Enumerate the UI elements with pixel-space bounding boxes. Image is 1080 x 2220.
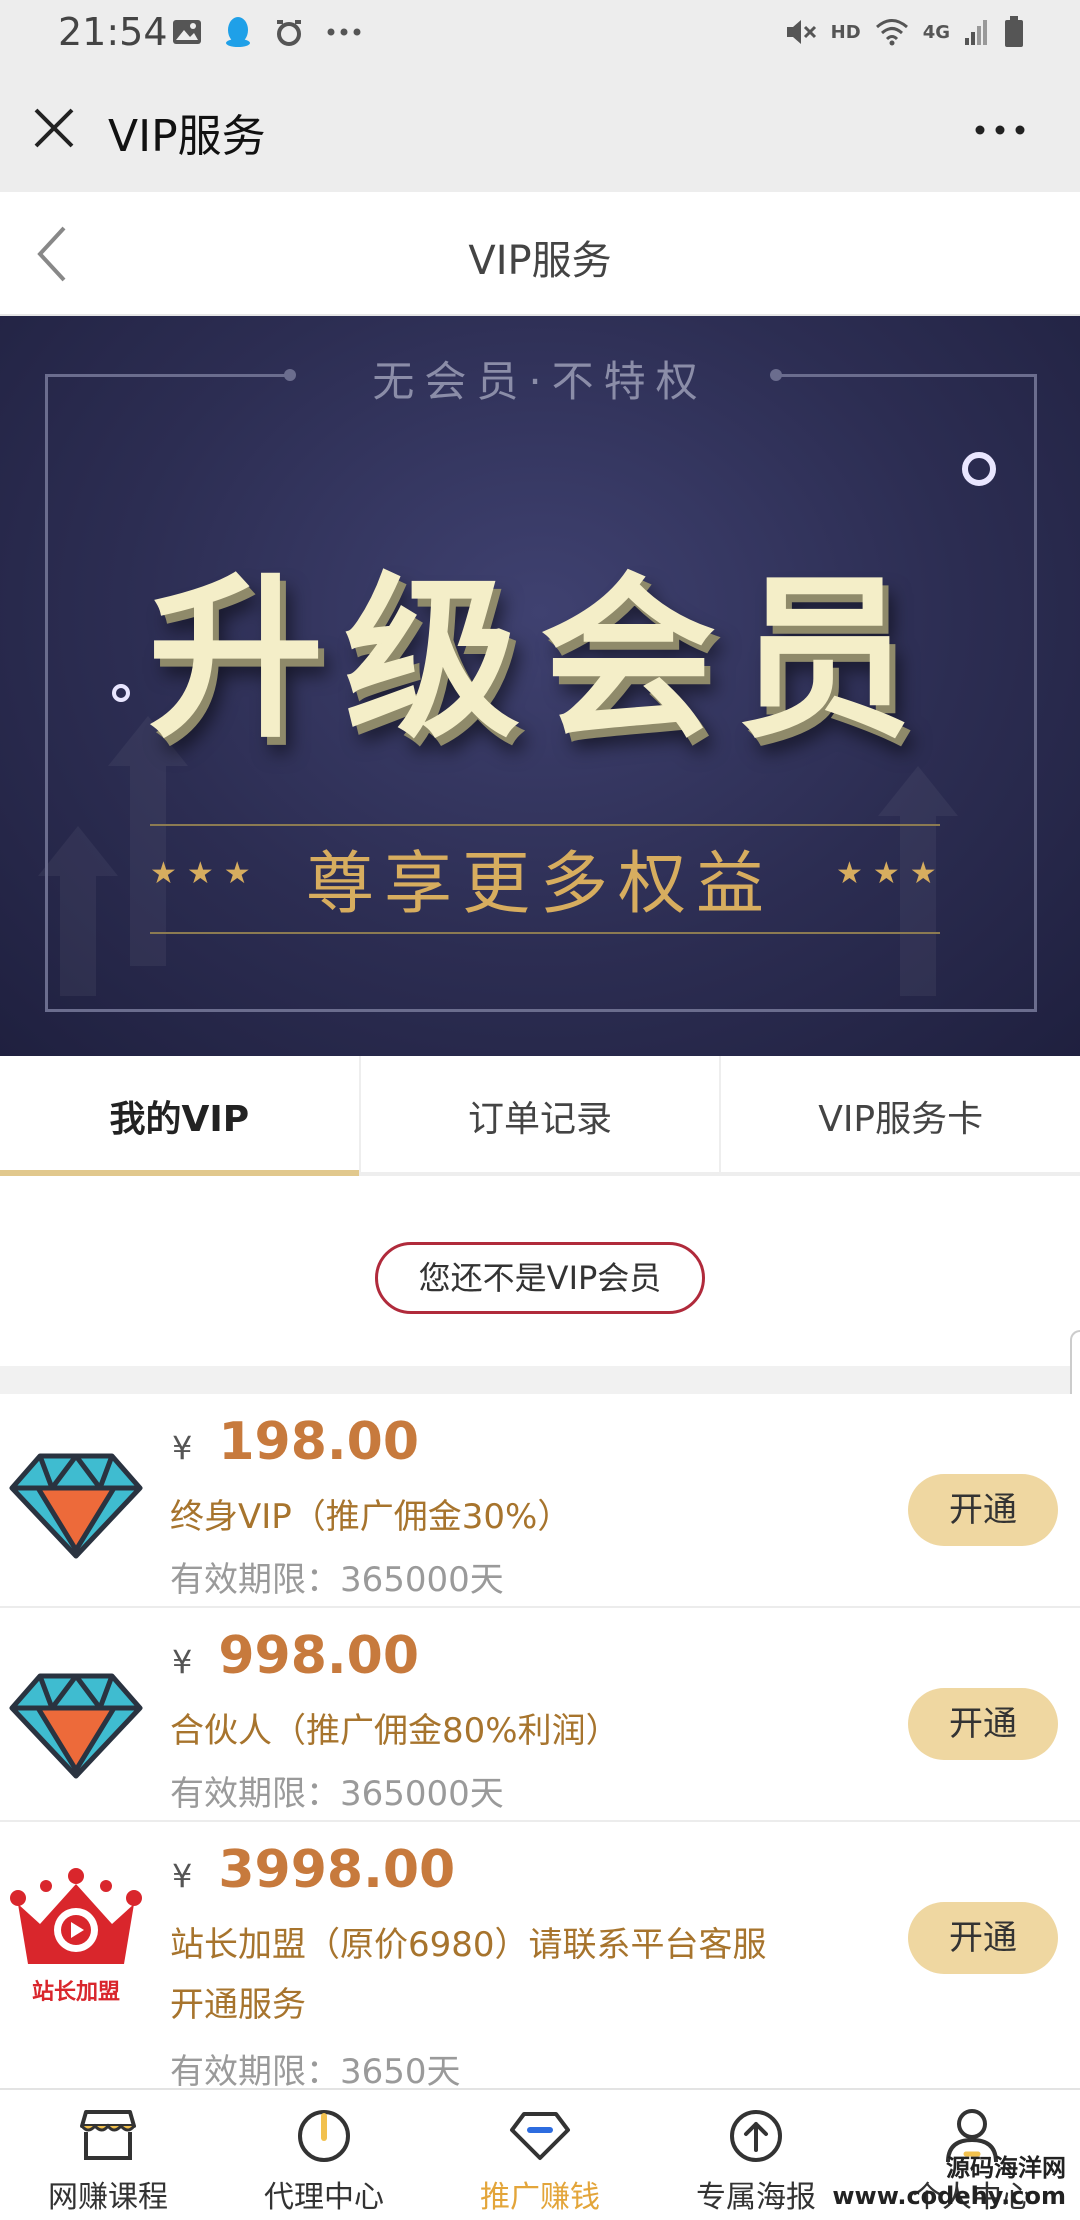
bottom-nav-label: 网赚课程 (48, 2180, 168, 2215)
activate-button[interactable]: 开通 (908, 1688, 1058, 1760)
currency-symbol: ¥ (172, 1643, 193, 1681)
network-type: 4G (922, 21, 950, 43)
banner-divider (150, 932, 940, 934)
price-row: ¥ 198.00 (172, 1412, 419, 1472)
bottom-nav-item-agent-center[interactable]: 代理中心 (216, 2090, 432, 2220)
page-nav-bar: VIP服务 (0, 192, 1080, 316)
status-bar: 21:54 HD 4G (0, 0, 1080, 66)
bottom-nav-item-courses[interactable]: 网赚课程 (0, 2090, 216, 2220)
shop-icon (80, 2110, 136, 2160)
signal-icon (964, 14, 990, 50)
mute-icon (785, 14, 817, 50)
close-icon[interactable] (30, 104, 78, 152)
price-row: ¥ 998.00 (172, 1626, 419, 1686)
vip-product-list: ¥ 198.00 终身VIP（推广佣金30%） 有效期限：365000天 开通 … (0, 1394, 1080, 2092)
product-name: 终身VIP（推广佣金30%） (170, 1497, 572, 1537)
image-icon (172, 14, 202, 50)
diamond-icon (8, 1670, 144, 1780)
battery-icon (1004, 14, 1024, 50)
bottom-nav-label: 推广赚钱 (480, 2180, 600, 2215)
more-dots-icon (326, 14, 362, 50)
product-name: 合伙人（推广佣金80%利润） (170, 1711, 620, 1751)
product-card-lifetime-vip: ¥ 198.00 终身VIP（推广佣金30%） 有效期限：365000天 开通 (0, 1394, 1080, 1608)
more-menu-icon[interactable] (960, 106, 1040, 154)
product-validity: 有效期限：3650天 (170, 2052, 461, 2092)
vip-tabs: 我的VIP 订单记录 VIP服务卡 (0, 1056, 1080, 1176)
wechat-title-bar: VIP服务 (0, 66, 1080, 192)
watermark-line1: 源码海洋网 (946, 2154, 1066, 2182)
product-price: 998.00 (218, 1626, 420, 1686)
price-row: ¥ 3998.00 (172, 1840, 455, 1900)
status-left-icons (172, 14, 362, 50)
membership-status-badge: 您还不是VIP会员 (375, 1242, 705, 1314)
wechat-title: VIP服务 (108, 111, 266, 162)
watermark-line2: www.codehy.com (832, 2182, 1066, 2210)
product-name: 站长加盟（原价6980）请联系平台客服 (170, 1925, 767, 1965)
activate-button[interactable]: 开通 (908, 1902, 1058, 1974)
product-price: 3998.00 (218, 1840, 456, 1900)
crown-icon: 站长加盟 (8, 1868, 144, 2005)
status-time: 21:54 (58, 10, 168, 54)
status-right-icons: HD 4G (785, 14, 1024, 50)
watermark: 源码海洋网 www.codehy.com (832, 2154, 1066, 2210)
bottom-nav-item-promote[interactable]: 推广赚钱 (432, 2090, 648, 2220)
product-price: 198.00 (218, 1412, 420, 1472)
product-validity: 有效期限：365000天 (170, 1560, 504, 1600)
gem-icon (510, 2112, 570, 2160)
product-validity: 有效期限：365000天 (170, 1774, 504, 1814)
tab-my-vip[interactable]: 我的VIP (0, 1056, 359, 1176)
banner-tagline: 无会员·不特权 (372, 357, 708, 406)
decor-ring (962, 452, 996, 486)
banner-divider (150, 824, 940, 826)
alarm-icon (274, 14, 304, 50)
product-card-site-franchise: 站长加盟 ¥ 3998.00 站长加盟（原价6980）请联系平台客服 开通服务 … (0, 1822, 1080, 2092)
bottom-nav-label: 代理中心 (264, 2180, 384, 2215)
tab-vip-service-card[interactable]: VIP服务卡 (719, 1056, 1080, 1172)
upgrade-banner[interactable]: 无会员·不特权 升级会员 ★★★ 尊享更多权益 ★★★ (0, 316, 1080, 1056)
power-icon (298, 2110, 350, 2162)
currency-symbol: ¥ (172, 1857, 193, 1895)
currency-symbol: ¥ (172, 1429, 193, 1467)
membership-status-area: 您还不是VIP会员 (0, 1176, 1080, 1366)
section-gap (0, 1366, 1080, 1394)
page-title: VIP服务 (468, 238, 612, 284)
product-name-line2: 开通服务 (170, 1985, 306, 2025)
tab-order-records[interactable]: 订单记录 (358, 1056, 720, 1172)
banner-headline: 升级会员 (147, 557, 932, 762)
hd-indicator: HD (830, 21, 861, 43)
upload-icon (730, 2110, 782, 2162)
banner-stars-right: ★★★ (836, 856, 947, 891)
activate-button[interactable]: 开通 (908, 1474, 1058, 1546)
crown-icon-label: 站长加盟 (31, 1980, 120, 2005)
wifi-icon (875, 14, 909, 50)
qq-icon (224, 14, 252, 50)
diamond-icon (8, 1450, 144, 1560)
product-card-partner: ¥ 998.00 合伙人（推广佣金80%利润） 有效期限：365000天 开通 (0, 1608, 1080, 1822)
